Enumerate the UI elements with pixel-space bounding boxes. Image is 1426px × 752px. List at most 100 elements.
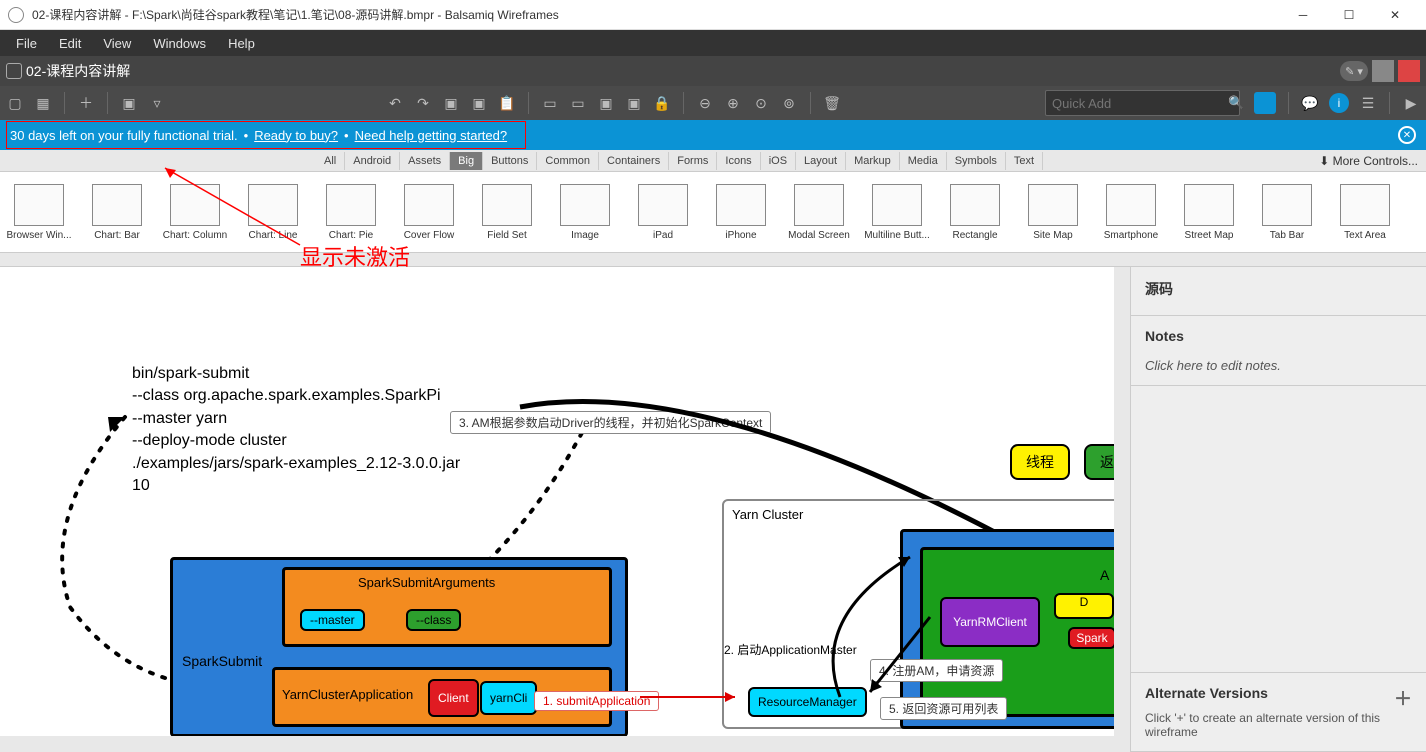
menu-edit[interactable]: Edit — [49, 34, 91, 53]
gtab-markup[interactable]: Markup — [846, 152, 900, 170]
gtab-forms[interactable]: Forms — [669, 152, 717, 170]
clipboard-icon[interactable]: 📋 — [498, 94, 516, 112]
gtab-big[interactable]: Big — [450, 152, 483, 170]
yarn-cluster-app-label: YarnClusterApplication — [282, 687, 413, 702]
ungroup-icon[interactable]: ▭ — [569, 94, 587, 112]
search-input[interactable] — [1052, 96, 1228, 111]
comment-icon[interactable]: 💬 — [1301, 94, 1319, 112]
gtab-ios[interactable]: iOS — [761, 152, 796, 170]
paste-icon[interactable]: ▣ — [470, 94, 488, 112]
app-icon — [8, 7, 24, 23]
gallery-item[interactable]: Rectangle — [936, 184, 1014, 241]
gallery-item[interactable]: Browser Win... — [0, 184, 78, 241]
banner-close-icon[interactable]: ✕ — [1398, 126, 1416, 144]
gtab-media[interactable]: Media — [900, 152, 947, 170]
gtab-symbols[interactable]: Symbols — [947, 152, 1006, 170]
gtab-common[interactable]: Common — [537, 152, 599, 170]
gallery-item[interactable]: iPhone — [702, 184, 780, 241]
gallery-item[interactable]: Chart: Pie — [312, 184, 390, 241]
play-icon[interactable]: ▶ — [1402, 94, 1420, 112]
client-box: Client — [428, 679, 479, 717]
gallery-item[interactable]: Chart: Column — [156, 184, 234, 241]
redo-icon[interactable]: ↷ — [414, 94, 432, 112]
menu-help[interactable]: Help — [218, 34, 265, 53]
class-chip: --class — [406, 609, 461, 631]
arrows-rm-am-icon — [800, 537, 1000, 737]
gallery-item[interactable]: Smartphone — [1092, 184, 1170, 241]
add-version-button[interactable]: ＋ — [1394, 685, 1412, 711]
gallery-item[interactable]: Site Map — [1014, 184, 1092, 241]
front-icon[interactable]: ▣ — [597, 94, 615, 112]
gallery-item[interactable]: Multiline Butt... — [858, 184, 936, 241]
component-gallery: All Android Assets Big Buttons Common Co… — [0, 150, 1426, 267]
gallery-scrollbar[interactable] — [0, 252, 1426, 266]
notification-icon[interactable] — [1398, 60, 1420, 82]
menu-view[interactable]: View — [93, 34, 141, 53]
list-icon[interactable]: ☰ — [1359, 94, 1377, 112]
window-title: 02-课程内容讲解 - F:\Spark\尚硅谷spark教程\笔记\1.笔记\… — [32, 6, 1280, 23]
maximize-button[interactable]: ☐ — [1326, 0, 1372, 30]
gtab-layout[interactable]: Layout — [796, 152, 846, 170]
toolbar: ▢ ▦ ＋ ▣ ▿ ↶ ↷ ▣ ▣ 📋 ▭ ▭ ▣ ▣ 🔒 ⊖ ⊕ ⊙ ⊚ 🗑 … — [0, 86, 1426, 120]
tab-label[interactable]: 02-课程内容讲解 — [26, 61, 130, 81]
gtab-all[interactable]: All — [316, 152, 345, 170]
close-button[interactable]: ✕ — [1372, 0, 1418, 30]
delete-icon[interactable]: 🗑 — [823, 94, 841, 112]
tabbar: 02-课程内容讲解 ✎ ▾ — [0, 56, 1426, 86]
gtab-android[interactable]: Android — [345, 152, 400, 170]
gallery-item[interactable]: Cover Flow — [390, 184, 468, 241]
side-panel: 源码 Notes Click here to edit notes. ＋ Alt… — [1130, 267, 1426, 752]
gallery-item[interactable]: Modal Screen — [780, 184, 858, 241]
menubar: File Edit View Windows Help — [0, 30, 1426, 56]
down-icon[interactable]: ▿ — [148, 94, 166, 112]
d-box: D — [1054, 593, 1114, 619]
menu-windows[interactable]: Windows — [143, 34, 216, 53]
zoom-in-icon[interactable]: ⊕ — [724, 94, 742, 112]
menu-file[interactable]: File — [6, 34, 47, 53]
lock-icon[interactable]: 🔒 — [653, 94, 671, 112]
info-icon[interactable]: i — [1329, 93, 1349, 113]
gallery-item[interactable]: Chart: Line — [234, 184, 312, 241]
thread-button: 线程 — [1010, 444, 1070, 480]
panel-left-icon[interactable]: ▢ — [6, 94, 24, 112]
group-icon[interactable]: ▭ — [541, 94, 559, 112]
gtab-text[interactable]: Text — [1006, 152, 1043, 170]
zoom-fit-icon[interactable]: ⊙ — [752, 94, 770, 112]
user-icon[interactable] — [1372, 60, 1394, 82]
gallery-tabs: All Android Assets Big Buttons Common Co… — [0, 150, 1426, 172]
annotation-box — [6, 121, 526, 149]
back-icon[interactable]: ▣ — [625, 94, 643, 112]
gallery-item[interactable]: Image — [546, 184, 624, 241]
gtab-containers[interactable]: Containers — [599, 152, 669, 170]
canvas-scrollbar-h[interactable] — [0, 736, 1130, 752]
gallery-items: Browser Win... Chart: Bar Chart: Column … — [0, 172, 1426, 252]
duplicate-icon[interactable]: ▣ — [120, 94, 138, 112]
copy-icon[interactable]: ▣ — [442, 94, 460, 112]
gallery-item[interactable]: Field Set — [468, 184, 546, 241]
blue-badge-icon[interactable] — [1254, 92, 1276, 114]
edit-pill-icon[interactable]: ✎ ▾ — [1340, 61, 1368, 81]
gallery-item[interactable]: iPad — [624, 184, 702, 241]
zoom-actual-icon[interactable]: ⊚ — [780, 94, 798, 112]
gtab-icons[interactable]: Icons — [717, 152, 760, 170]
gtab-buttons[interactable]: Buttons — [483, 152, 537, 170]
master-chip: --master — [300, 609, 365, 631]
undo-icon[interactable]: ↶ — [386, 94, 404, 112]
panel-notes[interactable]: Notes Click here to edit notes. — [1131, 316, 1426, 386]
canvas-scrollbar-v[interactable] — [1114, 267, 1130, 736]
gallery-item[interactable]: Text Area — [1326, 184, 1404, 241]
gtab-assets[interactable]: Assets — [400, 152, 450, 170]
minimize-button[interactable]: ─ — [1280, 0, 1326, 30]
gallery-item[interactable]: Chart: Bar — [78, 184, 156, 241]
canvas[interactable]: bin/spark-submit --class org.apache.spar… — [0, 267, 1130, 752]
a-label: A — [1100, 567, 1109, 583]
gallery-item[interactable]: Tab Bar — [1248, 184, 1326, 241]
spark-box: Spark — [1068, 627, 1116, 649]
add-icon[interactable]: ＋ — [77, 94, 95, 112]
gallery-item[interactable]: Street Map — [1170, 184, 1248, 241]
more-controls-link[interactable]: ⬇ More Controls... — [1311, 151, 1426, 171]
spark-submit-args-label: SparkSubmitArguments — [358, 575, 495, 590]
zoom-out-icon[interactable]: ⊖ — [696, 94, 714, 112]
grid-icon[interactable]: ▦ — [34, 94, 52, 112]
quick-add-search[interactable]: 🔍 — [1045, 90, 1240, 116]
